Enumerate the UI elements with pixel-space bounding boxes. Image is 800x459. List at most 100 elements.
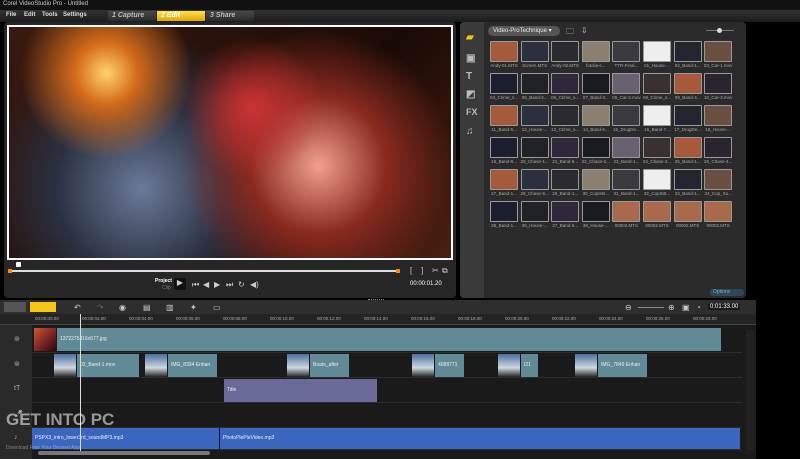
library-thumbnail[interactable] — [490, 41, 518, 62]
library-thumbnail[interactable] — [490, 105, 518, 126]
library-thumbnail[interactable] — [643, 73, 671, 94]
library-thumbnail[interactable] — [551, 41, 580, 62]
library-thumbnail[interactable] — [581, 201, 610, 222]
library-thumbnail[interactable] — [704, 73, 733, 94]
library-thumbnail[interactable] — [704, 169, 733, 190]
clip-mode[interactable]: Clip — [162, 285, 171, 291]
library-thumbnail[interactable] — [581, 73, 610, 94]
title-track-icon[interactable]: tT — [14, 385, 20, 392]
mark-in-button[interactable]: [ — [410, 266, 412, 275]
library-thumbnail[interactable] — [612, 105, 641, 126]
music-clip[interactable]: PhotoPlePleVideo.mp3 — [220, 428, 740, 449]
overlay-clip[interactable]: Boats_after — [310, 354, 349, 377]
library-thumbnail[interactable] — [643, 41, 671, 62]
library-thumbnail[interactable] — [612, 73, 641, 94]
library-thumbnail[interactable] — [520, 41, 549, 62]
vertical-scrollbar[interactable] — [746, 330, 754, 450]
library-thumbnail[interactable] — [551, 169, 580, 190]
title-icon[interactable]: T — [466, 71, 472, 82]
video-clip[interactable]: 1372275416x677.jpg — [57, 328, 721, 351]
repeat-icon[interactable]: ↻ — [238, 280, 245, 289]
library-thumbnail[interactable] — [704, 201, 733, 222]
undo-icon[interactable]: ↶ — [74, 303, 81, 312]
library-thumbnail[interactable] — [581, 137, 610, 158]
library-thumbnail[interactable] — [520, 201, 549, 222]
trim-start-marker[interactable] — [8, 269, 12, 273]
library-thumbnail[interactable] — [643, 201, 671, 222]
tab-share[interactable]: 3 Share — [206, 11, 254, 21]
folder-dropdown[interactable]: Video-ProTechnique ▾ — [488, 26, 560, 36]
library-thumbnail[interactable] — [490, 169, 518, 190]
transition-icon[interactable]: ◩ — [466, 89, 475, 100]
library-thumbnail[interactable] — [551, 105, 580, 126]
enlarge-preview-icon[interactable]: ⧉ — [442, 266, 448, 276]
library-thumbnail[interactable] — [581, 41, 610, 62]
overlay-clip[interactable]: 4088771 — [435, 354, 464, 377]
library-thumbnail[interactable] — [520, 105, 549, 126]
motion-tracking-icon[interactable]: ✦ — [190, 303, 197, 312]
record-capture-icon[interactable]: ◉ — [119, 303, 126, 312]
thumbnail-size-handle[interactable] — [717, 28, 722, 33]
music-track-icon[interactable]: ♪ — [14, 434, 18, 441]
library-thumbnail[interactable] — [704, 41, 733, 62]
media-icon[interactable]: ▰ — [466, 32, 474, 43]
home-button[interactable]: ⏮ — [192, 280, 199, 290]
library-thumbnail[interactable] — [581, 169, 610, 190]
zoom-in-icon[interactable]: ⊕ — [668, 303, 675, 312]
library-thumbnail[interactable] — [643, 169, 671, 190]
overlay-clip[interactable]: IMG_8394 Enhan — [168, 354, 217, 377]
library-thumbnail[interactable] — [673, 41, 702, 62]
library-thumbnail[interactable] — [704, 105, 733, 126]
library-thumbnail[interactable] — [673, 73, 702, 94]
playhead[interactable] — [80, 314, 81, 454]
project-mode[interactable]: Project — [155, 278, 172, 284]
library-thumbnail[interactable] — [673, 201, 702, 222]
mark-out-button[interactable]: ] — [421, 266, 423, 275]
library-thumbnail[interactable] — [551, 137, 580, 158]
trim-end-marker[interactable] — [396, 269, 400, 273]
tab-capture[interactable]: 1 Capture — [108, 11, 156, 21]
redo-icon[interactable]: ↷ — [97, 303, 104, 312]
subtitle-editor-icon[interactable]: ▭ — [213, 303, 221, 312]
video-track-icon[interactable]: ⊛ — [14, 335, 20, 343]
sound-mixer-icon[interactable]: ▤ — [143, 303, 151, 312]
library-thumbnail[interactable] — [490, 73, 518, 94]
library-thumbnail[interactable] — [612, 41, 641, 62]
library-thumbnail[interactable] — [673, 105, 702, 126]
library-thumbnail[interactable] — [673, 169, 702, 190]
volume-icon[interactable]: ◀) — [250, 280, 259, 289]
overlay-clip[interactable]: IMG_7849 Enhan — [598, 354, 647, 377]
library-thumbnail[interactable] — [612, 137, 641, 158]
fx-icon[interactable]: FX — [466, 107, 478, 117]
audio-icon[interactable]: ♫ — [466, 126, 474, 137]
add-folder-icon[interactable]: 🗀 — [566, 26, 574, 40]
library-thumbnail[interactable] — [643, 105, 671, 126]
library-thumbnail[interactable] — [490, 137, 518, 158]
menu-settings[interactable]: Settings — [63, 12, 87, 18]
import-media-icon[interactable]: ⇩ — [581, 26, 588, 35]
library-thumbnail[interactable] — [673, 137, 702, 158]
overlay-clip[interactable]: 02_Band-1.mov — [77, 354, 139, 377]
menu-edit[interactable]: Edit — [24, 12, 35, 18]
library-thumbnail[interactable] — [704, 137, 733, 158]
instant-project-icon[interactable]: ▣ — [466, 53, 475, 64]
timecode[interactable]: 00:00:01.20 — [410, 281, 442, 287]
zoom-out-icon[interactable]: ⊖ — [625, 303, 632, 312]
auto-music-icon[interactable]: ▥ — [166, 303, 174, 312]
menu-tools[interactable]: Tools — [42, 12, 58, 18]
library-thumbnail[interactable] — [581, 105, 610, 126]
overlay-track-icon[interactable]: ⊛ — [14, 360, 20, 368]
library-thumbnail[interactable] — [612, 201, 641, 222]
previous-frame-button[interactable]: ◀ — [203, 280, 209, 289]
tab-edit[interactable]: 2 Edit — [157, 11, 205, 21]
library-thumbnail[interactable] — [551, 73, 580, 94]
scrubber-bar[interactable] — [10, 270, 398, 272]
timeline-scrollbar[interactable] — [38, 451, 210, 455]
overlay-clip[interactable]: I21 — [521, 354, 538, 377]
library-thumbnail[interactable] — [490, 201, 518, 222]
library-thumbnail[interactable] — [551, 201, 580, 222]
zoom-slider[interactable] — [638, 307, 664, 308]
library-thumbnail[interactable] — [520, 73, 549, 94]
split-clip-icon[interactable]: ✂ — [432, 266, 439, 275]
library-thumbnail[interactable] — [520, 169, 549, 190]
